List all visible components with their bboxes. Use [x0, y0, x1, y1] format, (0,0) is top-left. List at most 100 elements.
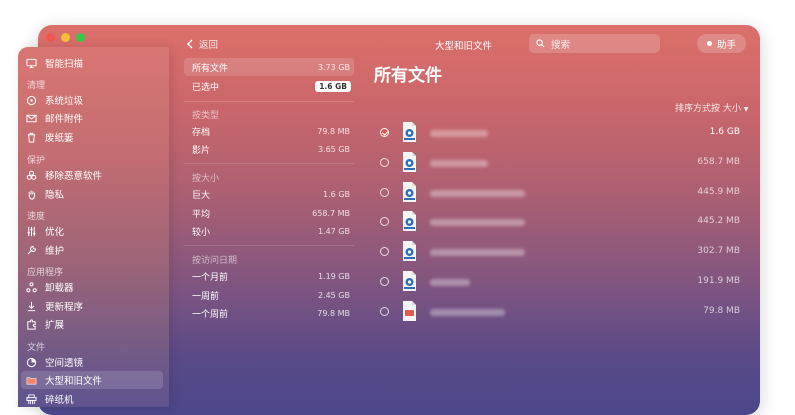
file-checkbox[interactable] — [380, 277, 389, 286]
sidebar: 智能扫描 清理 系统垃圾 邮件附件 废纸篓 保护 移除恶意软件 隐私 速度 优化… — [18, 47, 169, 407]
minimize-window-button[interactable] — [61, 33, 70, 42]
filter-week-ago[interactable]: 一周前 2.45 GB — [184, 286, 354, 304]
filter-selected[interactable]: 已选中 1.6 GB — [184, 77, 354, 95]
movie-file-icon — [403, 151, 416, 172]
filter-value: 658.7 MB — [312, 208, 350, 218]
file-name-redacted — [430, 189, 525, 197]
search-placeholder: 搜索 — [551, 39, 571, 51]
sidebar-item-label: 隐私 — [45, 190, 65, 201]
filter-huge[interactable]: 巨大 1.6 GB — [184, 185, 354, 203]
filter-small[interactable]: 较小 1.47 GB — [184, 222, 354, 240]
filter-label: 所有文件 — [192, 63, 229, 74]
divider — [184, 101, 354, 102]
sidebar-item-updater[interactable]: 更新程序 — [26, 297, 83, 315]
file-name-redacted — [430, 249, 525, 257]
file-row[interactable]: 445.2 MB — [374, 211, 744, 233]
wrench-icon — [27, 245, 37, 255]
filter-value: 1.19 GB — [317, 271, 350, 281]
filter-value: 79.8 MB — [317, 308, 350, 318]
assistant-dot-icon — [706, 41, 712, 46]
sidebar-section-speed: 速度 — [27, 212, 46, 222]
filter-value: 1.47 GB — [317, 226, 350, 236]
file-row[interactable]: 302.7 MB — [374, 241, 744, 263]
filter-average[interactable]: 平均 658.7 MB — [184, 204, 354, 222]
sidebar-item-label: 邮件附件 — [45, 114, 84, 125]
filter-movies[interactable]: 影片 3.65 GB — [184, 140, 354, 158]
close-window-button[interactable] — [46, 33, 55, 42]
file-name-redacted — [430, 159, 488, 167]
sidebar-section-protect: 保护 — [27, 156, 46, 166]
search-input[interactable]: 搜索 — [529, 34, 660, 53]
sidebar-item-optimize[interactable]: 优化 — [26, 222, 64, 240]
sidebar-item-space-lens[interactable]: 空间透镜 — [26, 353, 83, 371]
filter-month-ago[interactable]: 一个月前 1.19 GB — [184, 267, 354, 285]
filter-value: 2.45 GB — [317, 290, 350, 300]
back-button[interactable]: 返回 — [186, 37, 218, 51]
sidebar-item-uninstaller[interactable]: 卸载器 — [26, 278, 74, 296]
filter-one-week-ago[interactable]: 一个周前 79.8 MB — [184, 304, 354, 322]
file-row[interactable]: 79.8 MB — [374, 300, 744, 323]
sidebar-item-extensions[interactable]: 扩展 — [26, 315, 64, 333]
movie-file-icon — [403, 241, 416, 262]
sort-dropdown[interactable]: 排序方式按 大小 ▼ — [675, 101, 748, 114]
sidebar-item-mail-attachments[interactable]: 邮件附件 — [26, 109, 83, 127]
file-checkbox[interactable] — [380, 217, 389, 227]
movie-file-icon — [403, 122, 416, 142]
file-checkbox[interactable] — [380, 187, 389, 197]
assistant-button[interactable]: 助手 — [697, 34, 746, 53]
sidebar-item-label: 移除恶意软件 — [45, 171, 103, 182]
file-name-redacted — [430, 219, 525, 227]
sidebar-item-maintenance[interactable]: 维护 — [26, 241, 64, 259]
filter-value: 79.8 MB — [317, 126, 350, 136]
file-checkbox[interactable] — [380, 247, 389, 257]
filter-label: 一个周前 — [192, 309, 229, 320]
filter-all-files[interactable]: 所有文件 3.73 GB — [184, 58, 354, 76]
folder-icon — [26, 376, 37, 384]
filter-value: 1.6 GB — [323, 189, 350, 199]
file-size: 445.2 MB — [697, 216, 740, 227]
zoom-window-button[interactable] — [76, 33, 85, 42]
sidebar-item-system-junk[interactable]: 系统垃圾 — [26, 91, 83, 109]
search-icon — [536, 39, 545, 48]
biohazard-icon — [26, 170, 37, 180]
file-checkbox[interactable] — [380, 128, 389, 137]
trash-icon — [27, 132, 36, 143]
update-icon — [27, 301, 36, 311]
assistant-label: 助手 — [716, 39, 736, 51]
sidebar-item-smart-scan[interactable]: 智能扫描 — [26, 54, 83, 72]
sidebar-item-privacy[interactable]: 隐私 — [26, 185, 64, 203]
sidebar-item-label: 优化 — [45, 227, 65, 238]
filter-value: 3.73 GB — [317, 62, 350, 72]
file-checkbox[interactable] — [380, 157, 389, 167]
sidebar-item-shredder[interactable]: 碎纸机 — [26, 390, 74, 408]
sliders-icon — [27, 226, 36, 236]
pdf-file-icon — [403, 300, 416, 321]
file-row[interactable]: 191.9 MB — [374, 271, 744, 293]
sidebar-item-trash[interactable]: 废纸篓 — [26, 128, 74, 146]
divider — [184, 163, 354, 164]
file-size: 1.6 GB — [709, 127, 740, 137]
window-title: 大型和旧文件 — [435, 41, 493, 52]
section-by-access: 按访问日期 — [192, 256, 238, 266]
sidebar-item-label: 维护 — [45, 246, 65, 257]
movie-file-icon — [403, 181, 416, 202]
puzzle-icon — [27, 318, 36, 330]
sidebar-item-large-old-files[interactable]: 大型和旧文件 — [26, 371, 102, 389]
movie-file-icon — [403, 211, 416, 232]
file-row[interactable]: 445.9 MB — [374, 181, 744, 204]
file-checkbox[interactable] — [380, 306, 389, 316]
section-by-size: 按大小 — [192, 174, 220, 184]
shredder-icon — [26, 393, 37, 404]
file-row[interactable]: 1.6 GB — [374, 122, 744, 144]
filter-archive[interactable]: 存档 79.8 MB — [184, 122, 354, 140]
file-size: 79.8 MB — [703, 305, 740, 316]
sidebar-section-clean: 清理 — [27, 81, 46, 91]
chevron-down-icon: ▼ — [743, 106, 749, 113]
sidebar-item-malware[interactable]: 移除恶意软件 — [26, 166, 102, 184]
sidebar-item-label: 扩展 — [45, 320, 65, 331]
filter-label: 较小 — [192, 227, 211, 238]
filter-label: 已选中 — [192, 82, 220, 93]
chevron-left-icon — [187, 39, 193, 49]
file-row[interactable]: 658.7 MB — [374, 151, 744, 174]
filter-label: 一个月前 — [192, 272, 229, 283]
